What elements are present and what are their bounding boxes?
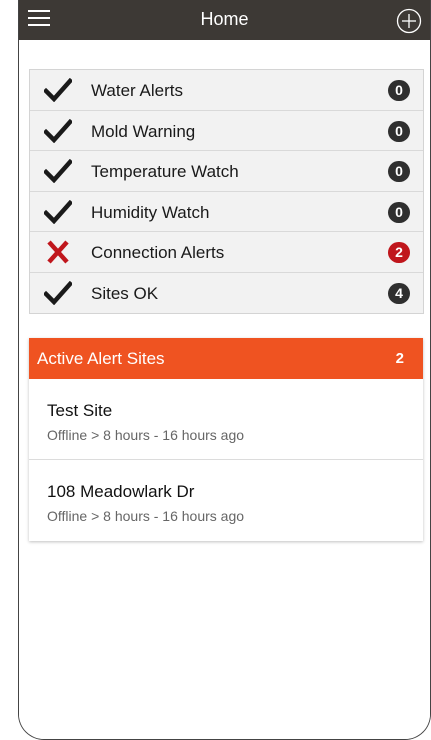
summary-row-connection-alerts[interactable]: Connection Alerts 2 [30, 232, 423, 273]
alert-site-count: 2 [395, 350, 404, 367]
alert-summary-list: Water Alerts 0 Mold Warning 0 Temperatur… [29, 69, 424, 314]
site-status-detail: Offline > 8 hours - 16 hours ago [47, 427, 245, 443]
summary-label: Connection Alerts [91, 243, 225, 262]
site-status-detail: Offline > 8 hours - 16 hours ago [47, 508, 245, 524]
top-bar: Home [19, 0, 430, 40]
summary-row-humidity-watch[interactable]: Humidity Watch 0 [30, 192, 423, 232]
x-mark-icon [44, 240, 72, 264]
page-title: Home [200, 9, 249, 29]
count-badge: 0 [388, 161, 410, 182]
checkmark-icon [42, 118, 74, 143]
checkmark-icon [42, 77, 74, 103]
site-name: Test Site [47, 401, 113, 420]
active-alert-sites-header: Active Alert Sites 2 [29, 338, 423, 379]
checkmark-icon [42, 158, 74, 184]
active-alert-sites-panel: Active Alert Sites 2 Test Site Offline >… [29, 338, 423, 541]
count-badge: 0 [388, 120, 410, 142]
summary-label: Humidity Watch [91, 202, 210, 222]
summary-row-mold-warning[interactable]: Mold Warning 0 [30, 111, 423, 151]
count-badge: 2 [388, 242, 410, 263]
add-circle-icon[interactable] [396, 8, 422, 34]
device-frame: Home Water Alerts 0 Mold Warning 0 Tempe… [18, 0, 431, 740]
count-badge: 0 [388, 80, 410, 101]
main-content: Water Alerts 0 Mold Warning 0 Temperatur… [19, 40, 430, 739]
summary-label: Water Alerts [91, 81, 183, 100]
count-badge: 0 [388, 201, 410, 223]
alert-site-item[interactable]: Test Site Offline > 8 hours - 16 hours a… [29, 379, 423, 460]
site-name: 108 Meadowlark Dr [47, 482, 195, 501]
summary-label: Sites OK [91, 283, 159, 303]
checkmark-icon [42, 199, 74, 224]
checkmark-icon [42, 280, 74, 305]
summary-row-sites-ok[interactable]: Sites OK 4 [30, 273, 423, 314]
summary-label: Temperature Watch [91, 162, 239, 181]
section-title: Active Alert Sites [37, 349, 165, 368]
summary-label: Mold Warning [91, 121, 196, 141]
alert-site-item[interactable]: 108 Meadowlark Dr Offline > 8 hours - 16… [29, 460, 423, 541]
count-badge: 4 [388, 282, 410, 304]
summary-row-water-alerts[interactable]: Water Alerts 0 [30, 70, 423, 111]
summary-row-temperature-watch[interactable]: Temperature Watch 0 [30, 151, 423, 192]
